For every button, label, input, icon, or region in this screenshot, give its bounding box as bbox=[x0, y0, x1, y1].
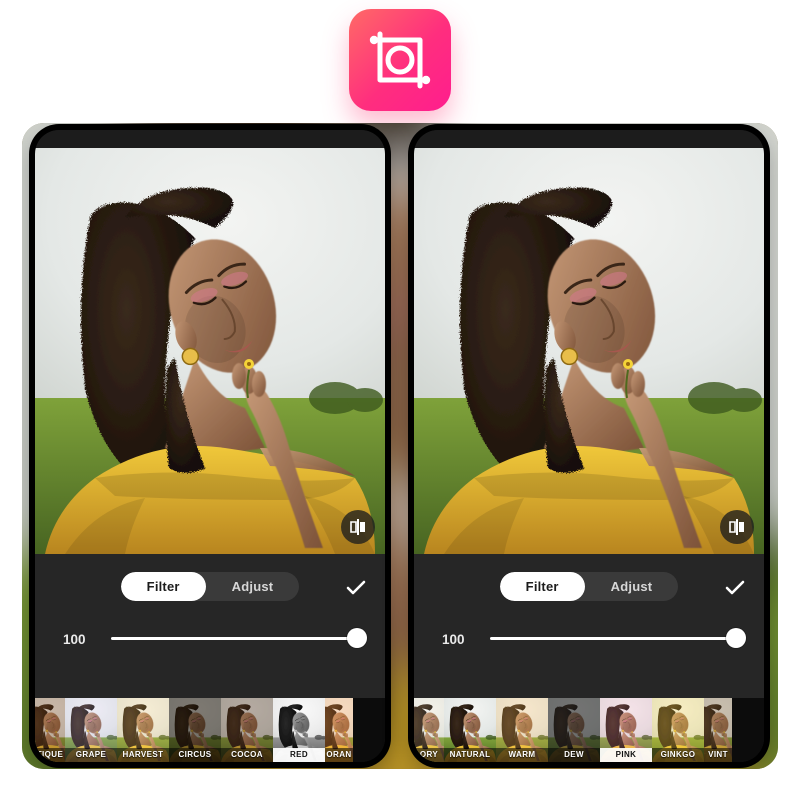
intensity-slider[interactable] bbox=[111, 629, 365, 649]
tab-filter[interactable]: Filter bbox=[500, 572, 585, 601]
filter-thumb-warm[interactable]: .pv-sky{fill:url(#skyCool)} .pv-field{fi… bbox=[496, 698, 548, 762]
comparison-canvas: .pv-sky{fill:url(#skyWarm)} .pv-field{fi… bbox=[22, 123, 778, 769]
filter-thumb-vint[interactable]: .pv-sky{fill:url(#skyCool)} .pv-field{fi… bbox=[704, 698, 732, 762]
confirm-button[interactable] bbox=[720, 573, 750, 603]
filter-thumb-dew[interactable]: .pv-sky{fill:url(#skyCool)} .pv-field{fi… bbox=[548, 698, 600, 762]
compare-button[interactable] bbox=[341, 510, 375, 544]
slider-knob[interactable] bbox=[347, 628, 367, 648]
segmented-control: Filter Adjust bbox=[121, 572, 300, 601]
filter-thumb-natural[interactable]: .pv-sky{fill:url(#skyCool)} .pv-field{fi… bbox=[444, 698, 496, 762]
filter-adjust-tabs: Filter Adjust bbox=[49, 572, 371, 601]
filter-thumb-label: GRAPE bbox=[65, 748, 117, 762]
filter-thumb-grape[interactable]: .pv-sky{fill:url(#skyCool)} .pv-field{fi… bbox=[65, 698, 117, 762]
check-icon bbox=[723, 576, 747, 600]
filter-thumb-tique[interactable]: .pv-sky{fill:url(#skyCool)} .pv-field{fi… bbox=[35, 698, 65, 762]
confirm-button[interactable] bbox=[341, 573, 371, 603]
app-logo-inshot bbox=[349, 9, 451, 111]
tab-filter[interactable]: Filter bbox=[121, 572, 206, 601]
filter-thumb-pink[interactable]: .pv-sky{fill:url(#skyCool)} .pv-field{fi… bbox=[600, 698, 652, 762]
filter-thumb-label: PINK bbox=[600, 748, 652, 762]
photo-preview: .pv-sky{fill:url(#skyCool)} .pv-field{fi… bbox=[414, 148, 764, 554]
intensity-value: 100 bbox=[63, 632, 95, 647]
slider-track bbox=[111, 637, 365, 640]
controls-panel: Filter Adjust 100 bbox=[414, 554, 764, 698]
filter-thumb-circus[interactable]: .pv-sky{fill:url(#skyCool)} .pv-field{fi… bbox=[169, 698, 221, 762]
filter-thumb-ory[interactable]: .pv-sky{fill:url(#skyCool)} .pv-field{fi… bbox=[414, 698, 444, 762]
intensity-slider[interactable] bbox=[490, 629, 744, 649]
filter-thumbnails-strip[interactable]: .pv-sky{fill:url(#skyCool)} .pv-field{fi… bbox=[35, 698, 385, 762]
filter-thumb-label: VINT bbox=[704, 748, 732, 762]
photo-preview: .pv-sky{fill:url(#skyWarm)} .pv-field{fi… bbox=[35, 148, 385, 554]
segmented-control: Filter Adjust bbox=[500, 572, 679, 601]
slider-knob[interactable] bbox=[726, 628, 746, 648]
intensity-slider-row: 100 bbox=[49, 629, 371, 649]
filter-thumb-label: NATURAL bbox=[444, 748, 496, 762]
inshot-logo-icon bbox=[364, 24, 436, 96]
compare-icon bbox=[348, 517, 368, 537]
filter-thumb-label: ORAN bbox=[325, 748, 353, 762]
filter-thumb-label: TIQUE bbox=[35, 748, 65, 762]
filter-thumb-cocoa[interactable]: .pv-sky{fill:url(#skyCool)} .pv-field{fi… bbox=[221, 698, 273, 762]
slider-track bbox=[490, 637, 744, 640]
intensity-value: 100 bbox=[442, 632, 474, 647]
phone-mockup-right: .pv-sky{fill:url(#skyCool)} .pv-field{fi… bbox=[408, 124, 770, 768]
filter-thumb-label: HARVEST bbox=[117, 748, 169, 762]
filter-thumb-ginkgo[interactable]: .pv-sky{fill:url(#skyCool)} .pv-field{fi… bbox=[652, 698, 704, 762]
filter-thumb-label: GINKGO bbox=[652, 748, 704, 762]
compare-icon bbox=[727, 517, 747, 537]
compare-button[interactable] bbox=[720, 510, 754, 544]
phone-mockup-left: .pv-sky{fill:url(#skyWarm)} .pv-field{fi… bbox=[29, 124, 391, 768]
phone-status-bar bbox=[414, 130, 764, 148]
filter-thumbnails-strip[interactable]: .pv-sky{fill:url(#skyCool)} .pv-field{fi… bbox=[414, 698, 764, 762]
phone-status-bar bbox=[35, 130, 385, 148]
filter-thumb-label: WARM bbox=[496, 748, 548, 762]
controls-panel: Filter Adjust 100 bbox=[35, 554, 385, 698]
filter-thumb-red[interactable]: .pv-sky{fill:url(#skyCool)} .pv-field{fi… bbox=[273, 698, 325, 762]
filter-thumb-oran[interactable]: .pv-sky{fill:url(#skyCool)} .pv-field{fi… bbox=[325, 698, 353, 762]
tab-adjust[interactable]: Adjust bbox=[206, 572, 300, 601]
filter-thumb-label: COCOA bbox=[221, 748, 273, 762]
filter-thumb-label: DEW bbox=[548, 748, 600, 762]
filter-thumb-label: CIRCUS bbox=[169, 748, 221, 762]
filter-thumb-label: RED bbox=[273, 748, 325, 762]
check-icon bbox=[344, 576, 368, 600]
filter-thumb-label: ORY bbox=[414, 748, 444, 762]
tab-adjust[interactable]: Adjust bbox=[585, 572, 679, 601]
filter-adjust-tabs: Filter Adjust bbox=[428, 572, 750, 601]
intensity-slider-row: 100 bbox=[428, 629, 750, 649]
filter-thumb-harvest[interactable]: .pv-sky{fill:url(#skyCool)} .pv-field{fi… bbox=[117, 698, 169, 762]
